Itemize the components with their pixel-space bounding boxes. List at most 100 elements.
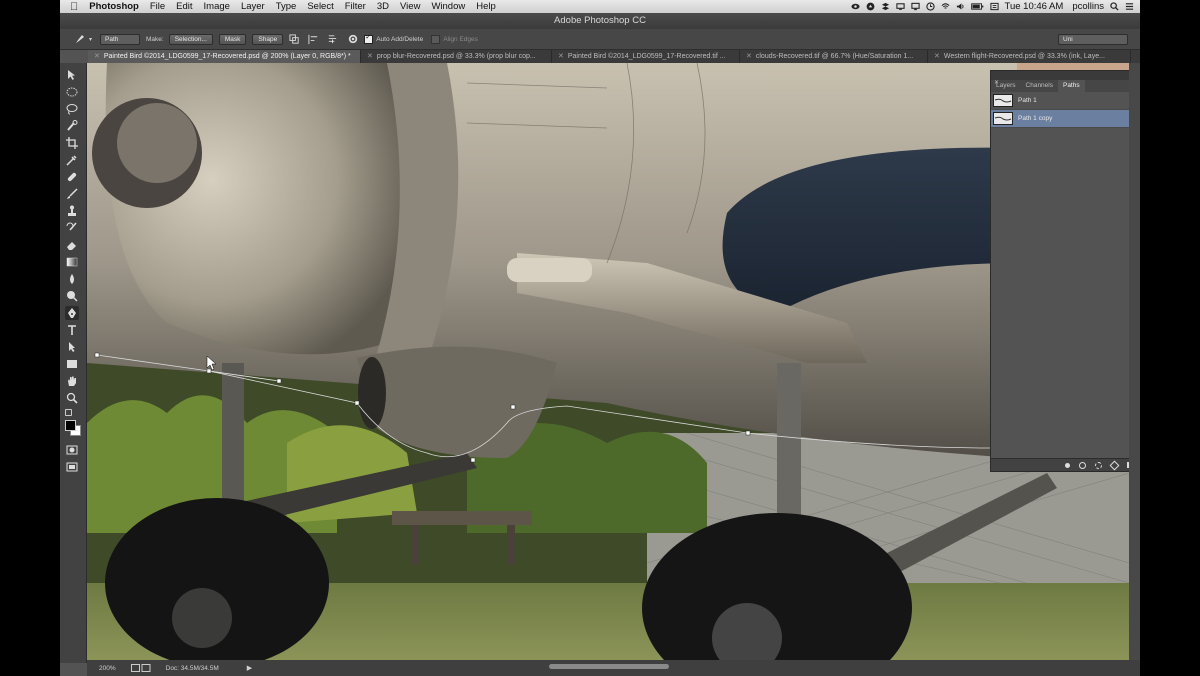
- zoom-tool-icon[interactable]: [65, 391, 79, 405]
- airplay-icon[interactable]: [910, 2, 920, 11]
- tab-clouds[interactable]: ✕ clouds-Recovered.tif @ 66.7% (Hue/Satur…: [740, 50, 928, 63]
- menu-3d[interactable]: 3D: [377, 1, 389, 12]
- close-icon[interactable]: ✕: [94, 50, 100, 63]
- tab-western-flight[interactable]: ✕ Western flight-Recovered.psd @ 33.3% (i…: [928, 50, 1131, 63]
- fill-path-icon[interactable]: [1065, 462, 1070, 468]
- document-canvas[interactable]: [87, 63, 1129, 660]
- chevron-down-icon[interactable]: ▾: [89, 36, 92, 43]
- dodge-tool-icon[interactable]: [65, 289, 79, 303]
- gear-icon[interactable]: [348, 34, 358, 44]
- zoom-level[interactable]: 200%: [99, 665, 116, 672]
- align-edges-checkbox[interactable]: [431, 34, 441, 44]
- path-name: Path 1: [1018, 97, 1037, 104]
- notification-center-icon[interactable]: [1125, 2, 1134, 11]
- menu-layer[interactable]: Layer: [241, 1, 265, 12]
- stroke-path-icon[interactable]: [1079, 461, 1086, 469]
- menu-file[interactable]: File: [150, 1, 165, 12]
- close-icon[interactable]: ✕: [746, 50, 752, 63]
- load-as-selection-icon[interactable]: [1095, 461, 1102, 469]
- mask-button[interactable]: Mask: [218, 33, 247, 45]
- swap-colors-icon[interactable]: [65, 409, 72, 416]
- panel-header[interactable]: ✕: [991, 71, 1140, 86]
- tab-painted-bird-psd[interactable]: ✕ Painted Bird ©2014_LDG0599_17-Recovered…: [88, 50, 361, 63]
- path-operations-icon[interactable]: [289, 33, 300, 45]
- blur-tool-icon[interactable]: [65, 272, 79, 286]
- vertical-scrollbar[interactable]: [1129, 63, 1140, 660]
- menu-image[interactable]: Image: [204, 1, 230, 12]
- panel-footer: [991, 458, 1140, 471]
- path-arrangement-icon[interactable]: [327, 34, 338, 45]
- keyboard-input-icon[interactable]: [989, 2, 999, 11]
- eraser-tool-icon[interactable]: [65, 238, 79, 252]
- clone-stamp-tool-icon[interactable]: [65, 204, 79, 218]
- eyedropper-tool-icon[interactable]: [65, 153, 79, 167]
- tab-prop-blur[interactable]: ✕ prop blur-Recovered.psd @ 33.3% (prop b…: [361, 50, 552, 63]
- creative-cloud-icon[interactable]: [866, 2, 875, 11]
- menu-bar:  Photoshop File Edit Image Layer Type S…: [60, 0, 1140, 13]
- display-icon[interactable]: [895, 2, 905, 11]
- menu-window[interactable]: Window: [431, 1, 465, 12]
- make-label: Make:: [146, 35, 164, 43]
- path-row-path-1[interactable]: Path 1: [991, 92, 1140, 110]
- move-tool-icon[interactable]: [65, 68, 79, 82]
- pen-tool-preset-icon[interactable]: [74, 33, 86, 45]
- quick-selection-tool-icon[interactable]: [65, 119, 79, 133]
- status-options-icon[interactable]: [130, 664, 152, 672]
- brush-tool-icon[interactable]: [65, 187, 79, 201]
- close-icon[interactable]: ✕: [367, 50, 373, 63]
- type-tool-icon[interactable]: [65, 323, 79, 337]
- menu-filter[interactable]: Filter: [345, 1, 366, 12]
- status-menu-arrow-icon[interactable]: ▶: [247, 664, 252, 672]
- screen-mode-icon[interactable]: [65, 460, 79, 474]
- auto-add-delete-checkbox[interactable]: ✓: [364, 34, 374, 44]
- tab-paths[interactable]: Paths: [1057, 80, 1085, 92]
- rectangle-tool-icon[interactable]: [65, 357, 79, 371]
- time-machine-icon[interactable]: [925, 2, 935, 11]
- wifi-icon[interactable]: [941, 2, 950, 11]
- volume-icon[interactable]: [956, 2, 965, 11]
- close-icon[interactable]: ✕: [934, 50, 940, 63]
- close-icon[interactable]: ✕: [558, 50, 564, 63]
- lasso-tool-icon[interactable]: [65, 102, 79, 116]
- foreground-color-swatch[interactable]: [65, 420, 76, 431]
- tool-mode-select[interactable]: Path: [100, 33, 141, 45]
- menu-view[interactable]: View: [400, 1, 420, 12]
- selection-button[interactable]: Selection...: [168, 33, 213, 45]
- crop-tool-icon[interactable]: [65, 136, 79, 150]
- marquee-tool-icon[interactable]: [65, 85, 79, 99]
- horizontal-scrollbar[interactable]: [549, 664, 669, 669]
- pen-tool-icon[interactable]: [65, 306, 79, 320]
- dropbox-icon[interactable]: [881, 2, 890, 11]
- shape-button[interactable]: Shape: [252, 33, 284, 45]
- quick-mask-icon[interactable]: [65, 443, 79, 457]
- menu-edit[interactable]: Edit: [176, 1, 192, 12]
- user-name[interactable]: pcollins: [1072, 1, 1104, 12]
- gradient-tool-icon[interactable]: [65, 255, 79, 269]
- window-title: Adobe Photoshop CC: [60, 13, 1140, 29]
- document-size[interactable]: Doc: 34.5M/34.5M: [166, 665, 219, 672]
- apple-icon[interactable]: : [70, 1, 78, 13]
- path-alignment-icon[interactable]: [308, 34, 319, 45]
- tab-layers[interactable]: Layers: [991, 80, 1021, 92]
- tab-painted-bird-tif[interactable]: ✕ Painted Bird ©2014_LDG0599_17-Recovered…: [552, 50, 740, 63]
- hand-tool-icon[interactable]: [65, 374, 79, 388]
- menu-type[interactable]: Type: [276, 1, 297, 12]
- path-selection-tool-icon[interactable]: [65, 340, 79, 354]
- eye-status-icon[interactable]: [850, 2, 860, 11]
- battery-icon[interactable]: [970, 2, 984, 11]
- menu-help[interactable]: Help: [476, 1, 496, 12]
- clock[interactable]: Tue 10:46 AM: [1005, 1, 1064, 12]
- tab-channels[interactable]: Channels: [1021, 80, 1058, 92]
- document-tabs: ✕ Painted Bird ©2014_LDG0599_17-Recovered…: [88, 50, 1140, 63]
- history-brush-tool-icon[interactable]: [65, 221, 79, 235]
- menu-select[interactable]: Select: [307, 1, 333, 12]
- tools-panel: [60, 63, 87, 663]
- healing-brush-tool-icon[interactable]: [65, 170, 79, 184]
- menu-app-name[interactable]: Photoshop: [89, 1, 139, 12]
- tab-label: Painted Bird ©2014_LDG0599_17-Recovered.…: [103, 53, 351, 60]
- make-work-path-icon[interactable]: [1109, 460, 1120, 470]
- path-row-path-1-copy[interactable]: Path 1 copy: [991, 110, 1140, 128]
- workspace-select[interactable]: Uni: [1058, 33, 1128, 45]
- tab-label: Painted Bird ©2014_LDG0599_17-Recovered.…: [567, 53, 726, 60]
- spotlight-search-icon[interactable]: [1110, 2, 1119, 11]
